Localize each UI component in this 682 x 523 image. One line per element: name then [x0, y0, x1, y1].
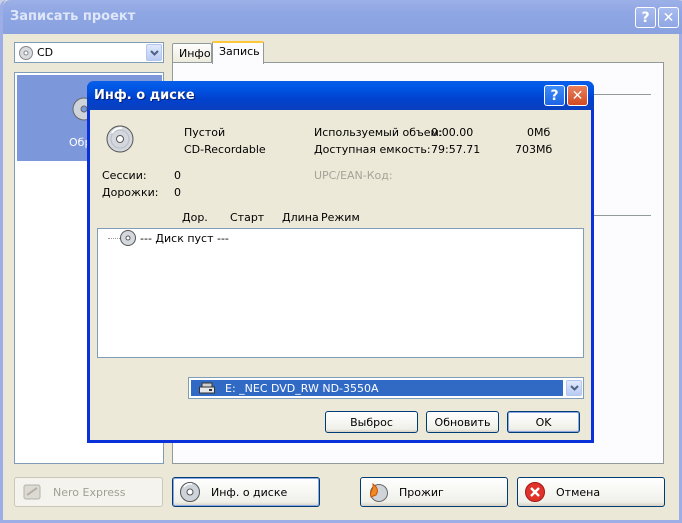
disc-info-dialog: Инф. о диске ? ✕ Пустой CD-Recordable Ис… [87, 81, 594, 443]
ok-button[interactable]: OK [507, 411, 580, 433]
main-titlebar[interactable]: Записать проект ? ✕ [3, 0, 682, 34]
chevron-down-icon[interactable] [566, 380, 582, 396]
drive-select[interactable]: E: _NEC DVD_RW ND-3550A [188, 377, 584, 399]
cancel-icon [525, 482, 545, 502]
nero-express-label: Nero Express [53, 485, 126, 499]
drive-select-value: E: _NEC DVD_RW ND-3550A [191, 380, 563, 396]
available-label: Доступная емкость: [314, 143, 431, 156]
used-time: 0:00.00 [431, 126, 474, 139]
nero-express-button[interactable]: Nero Express [14, 477, 163, 507]
help-button[interactable]: ? [635, 7, 656, 28]
cancel-label: Отмена [556, 485, 601, 499]
upc-label: UPC/EAN-Код: [314, 169, 393, 182]
disc-icon [106, 125, 134, 153]
drive-type-select[interactable]: CD [14, 42, 164, 63]
dialog-titlebar[interactable]: Инф. о диске ? ✕ [87, 81, 594, 110]
tracks-label: Дорожки: [102, 186, 159, 199]
column-header-mode[interactable]: Режим [321, 211, 360, 224]
drive-name: E: _NEC DVD_RW ND-3550A [225, 381, 379, 395]
column-header-start[interactable]: Старт [230, 211, 264, 224]
disc-icon [120, 230, 136, 246]
tree-connector [108, 238, 120, 239]
cd-icon [19, 45, 33, 60]
disc-info-button[interactable]: Инф. о диске [172, 477, 320, 507]
tree-row-empty-disc[interactable]: --- Диск пуст --- [140, 232, 229, 245]
flame-disc-icon [370, 482, 388, 502]
close-button[interactable]: ✕ [658, 7, 679, 28]
available-size: 703Мб [515, 143, 553, 156]
burn-label: Прожиг [399, 485, 444, 499]
tab-info[interactable]: Инфо [172, 43, 212, 64]
drive-type-value: CD [37, 46, 54, 59]
used-label: Используемый объем: [314, 126, 443, 139]
tab-write[interactable]: Запись [212, 41, 264, 64]
column-header-length[interactable]: Длина [282, 211, 319, 224]
eject-button[interactable]: Выброс [325, 411, 418, 433]
burn-button[interactable]: Прожиг [360, 477, 508, 507]
nero-express-icon [23, 484, 41, 500]
drive-icon [199, 382, 215, 394]
track-list[interactable]: --- Диск пуст --- [97, 228, 584, 358]
disc-status: Пустой [184, 126, 226, 139]
divider [593, 94, 651, 95]
main-window-title: Записать проект [10, 9, 136, 24]
cancel-button[interactable]: Отмена [517, 477, 665, 507]
disc-info-label: Инф. о диске [211, 485, 288, 499]
dialog-title: Инф. о диске [94, 88, 195, 103]
dialog-close-button[interactable]: ✕ [567, 85, 588, 106]
refresh-button[interactable]: Обновить [426, 411, 499, 433]
chevron-down-icon[interactable] [146, 44, 162, 61]
used-size: 0Мб [527, 126, 551, 139]
disc-info-icon [180, 482, 200, 502]
dialog-help-button[interactable]: ? [544, 85, 565, 106]
available-time: 79:57.71 [431, 143, 481, 156]
column-header-track[interactable]: Дор. [182, 211, 208, 224]
tracks-value: 0 [174, 186, 181, 199]
disc-type: CD-Recordable [184, 143, 266, 156]
sessions-label: Сессии: [102, 169, 147, 182]
sessions-value: 0 [174, 169, 181, 182]
divider [593, 215, 651, 216]
